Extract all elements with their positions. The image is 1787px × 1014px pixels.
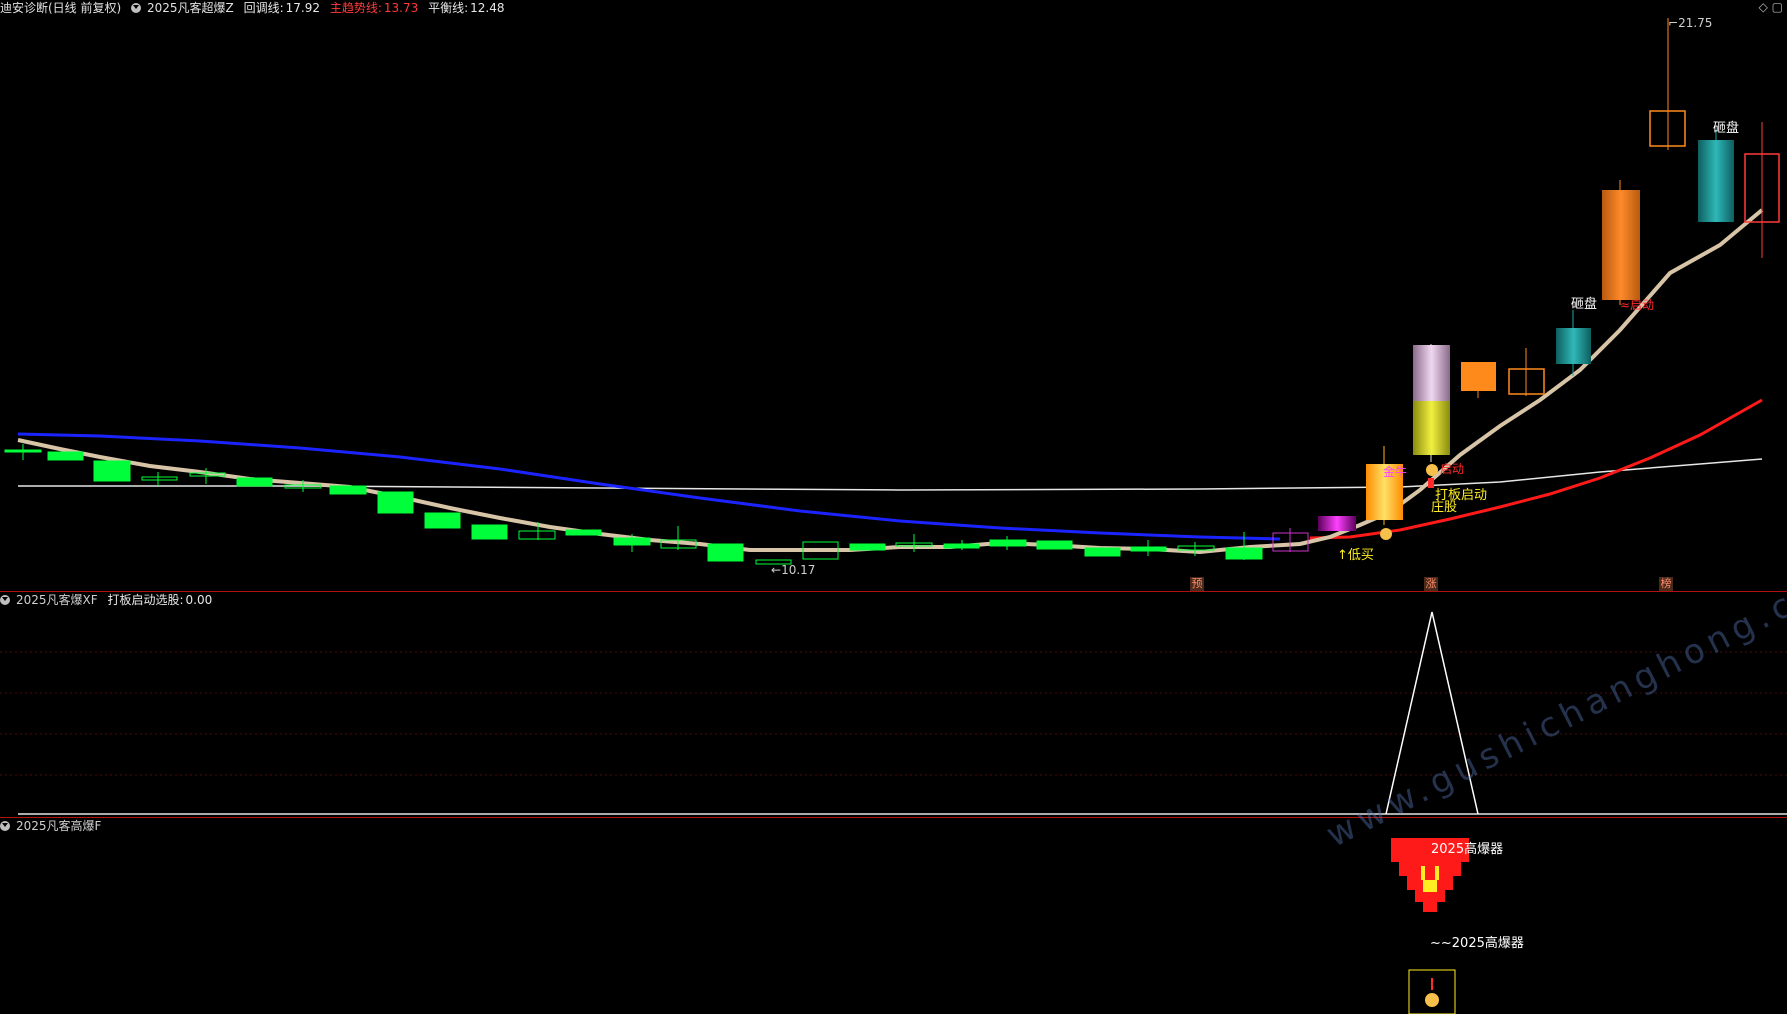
zhuang-gu-label: 庄股: [1431, 500, 1458, 515]
bottom-signal-box: [1408, 969, 1456, 1014]
marker-bang[interactable]: 榜: [1659, 577, 1673, 591]
start-tag: 启动: [1440, 462, 1465, 476]
gaobaoqi-label-bottom: ~~2025高爆器: [1430, 936, 1524, 951]
qiang-tag: ≈启动: [1620, 298, 1655, 312]
marker-yu[interactable]: 预: [1190, 577, 1204, 591]
marker-zhang[interactable]: 涨: [1424, 577, 1438, 591]
di-mai-label: ↑低买: [1337, 548, 1374, 563]
gaobaoqi-label-top: 2025高爆器: [1431, 842, 1504, 857]
zapan-label-1: 砸盘: [1571, 297, 1598, 312]
price-low-label: ←10.17: [771, 563, 816, 577]
price-high-label: ⌐21.75: [1668, 16, 1713, 30]
kline-chart[interactable]: [0, 0, 1787, 1014]
zapan-label-2: 砸盘: [1713, 121, 1740, 136]
pullback-line: [17, 208, 1764, 555]
price-high-value: 21.75: [1678, 16, 1713, 30]
balance-line: [18, 458, 1763, 491]
candles: [4, 18, 1780, 565]
jin-niu-label: 金牛: [1383, 465, 1408, 479]
bottom-signal-coin-icon: [1425, 993, 1439, 1007]
price-low-value: 10.17: [781, 563, 816, 577]
